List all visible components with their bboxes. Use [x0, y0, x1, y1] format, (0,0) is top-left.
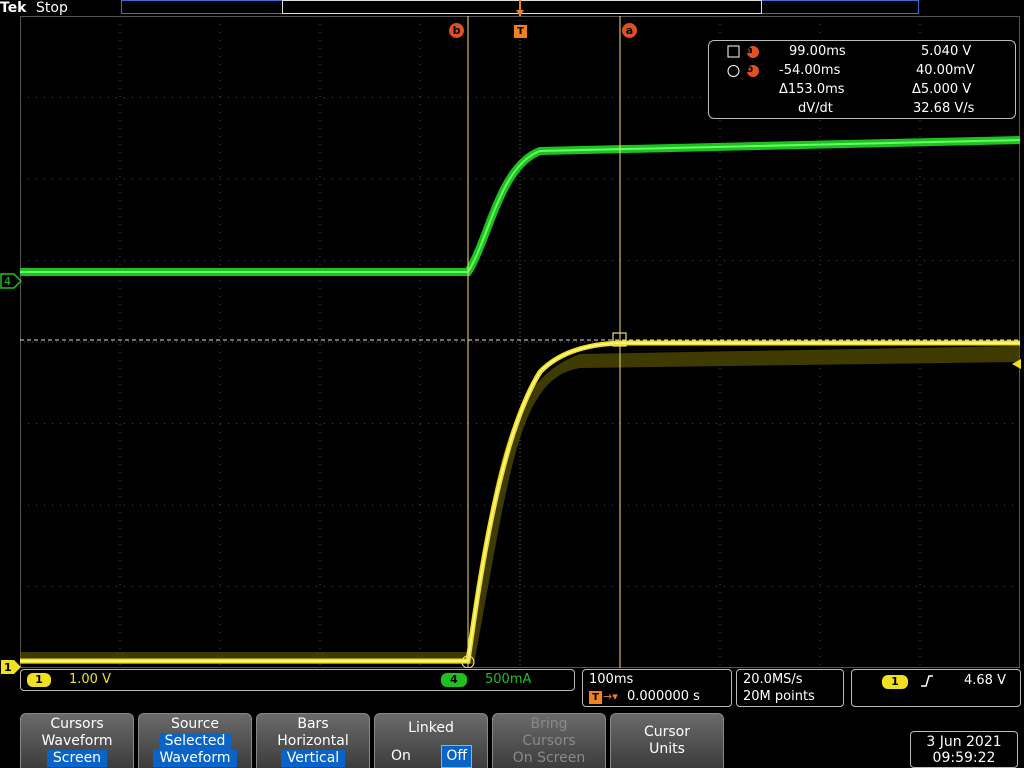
- ch1-scale: 1.00 V: [69, 672, 111, 687]
- time: 09:59:22: [932, 750, 996, 766]
- ch4-badge[interactable]: 4: [441, 673, 467, 687]
- softkey-bars[interactable]: Bars Horizontal Vertical: [256, 713, 370, 768]
- softkey-bring-onscreen: On Screen: [512, 750, 586, 766]
- softkey-bring-cursors-text: Cursors: [522, 733, 576, 749]
- readout-a-time: 99.00ms: [789, 44, 846, 59]
- vertical-scale-bar[interactable]: 1 1.00 V 4 500mA: [20, 669, 575, 691]
- softkey-cursors-screen: Screen: [46, 750, 108, 767]
- softkey-bars-vertical: Vertical: [280, 750, 346, 767]
- softkey-cursors-mode[interactable]: Cursors Waveform Screen: [20, 713, 134, 768]
- cursor-a-label[interactable]: a: [622, 23, 637, 38]
- readout-legend-icons: [727, 45, 759, 77]
- delay-arrow-icon: →▾: [603, 690, 618, 703]
- ch1-ground-marker[interactable]: 1: [0, 659, 22, 675]
- softkey-bars-horizontal: Horizontal: [277, 733, 349, 749]
- ch1-marker-text: 1: [4, 661, 12, 674]
- ch4-marker-text: 4: [4, 275, 11, 288]
- timebase-readout[interactable]: 100ms T →▾ 0.000000 s: [582, 669, 732, 707]
- trigger-delay-icon: T: [589, 691, 602, 704]
- datetime-display: 3 Jun 2021 09:59:22: [910, 731, 1018, 768]
- softkey-source-waveform: Waveform: [153, 750, 237, 767]
- softkey-linked[interactable]: Linked On Off: [374, 713, 488, 768]
- ch4-ground-marker[interactable]: 4: [0, 273, 22, 289]
- readout-delta-value: Δ5.000 V: [912, 82, 972, 97]
- softkey-units-text: Units: [649, 741, 685, 757]
- readout-rate-value: 32.68 V/s: [913, 101, 975, 116]
- acquisition-readout[interactable]: 20.0MS/s 20M points: [736, 669, 844, 707]
- trigger-level-arrow-icon: [1012, 359, 1021, 369]
- readout-b-letter: b: [746, 64, 754, 75]
- rising-edge-icon: [921, 675, 933, 687]
- readout-a-value: 5.040 V: [921, 44, 972, 59]
- softkey-source-selected: Selected: [158, 733, 232, 750]
- ch4-scale: 500mA: [485, 672, 532, 687]
- trigger-readout[interactable]: 1 4.68 V: [851, 669, 1021, 707]
- trigger-delay: 0.000000 s: [627, 689, 700, 704]
- softkey-bring-cursors[interactable]: Bring Cursors On Screen: [492, 713, 606, 768]
- record-length: 20M points: [743, 689, 815, 704]
- ch1-badge[interactable]: 1: [27, 673, 51, 687]
- brand-logo: Tek: [0, 0, 27, 16]
- softkey-units-title: Cursor: [643, 724, 691, 740]
- readout-b-value: 40.00mV: [916, 63, 975, 78]
- cursor-b-label[interactable]: b: [449, 23, 464, 38]
- softkey-linked-title: Linked: [408, 720, 454, 736]
- cursor-readout: a b 99.00ms 5.040 V -54.00ms 40.00mV Δ15…: [708, 40, 1016, 119]
- date: 3 Jun 2021: [926, 734, 1002, 750]
- softkey-bars-title: Bars: [297, 716, 329, 732]
- softkey-source[interactable]: Source Selected Waveform: [138, 713, 252, 768]
- trigger-level: 4.68 V: [964, 673, 1006, 688]
- softkey-linked-off[interactable]: Off: [441, 745, 473, 768]
- softkey-linked-on[interactable]: On: [391, 748, 411, 764]
- softkey-cursor-units[interactable]: Cursor Units: [610, 713, 724, 768]
- trigger-source-badge: 1: [882, 675, 908, 689]
- ch1-waveform: [20, 340, 1020, 664]
- readout-rate-label: dV/dt: [798, 101, 833, 116]
- readout-a-letter: a: [746, 45, 753, 56]
- readout-delta-time: Δ153.0ms: [779, 82, 845, 97]
- softkey-bring-title: Bring: [530, 716, 568, 732]
- softkey-source-title: Source: [170, 716, 220, 732]
- acquisition-state: Stop: [36, 0, 68, 16]
- softkey-cursors-title: Cursors: [50, 716, 104, 732]
- readout-b-time: -54.00ms: [779, 63, 841, 78]
- trigger-label: T: [514, 25, 527, 38]
- softkey-cursors-waveform: Waveform: [41, 733, 113, 749]
